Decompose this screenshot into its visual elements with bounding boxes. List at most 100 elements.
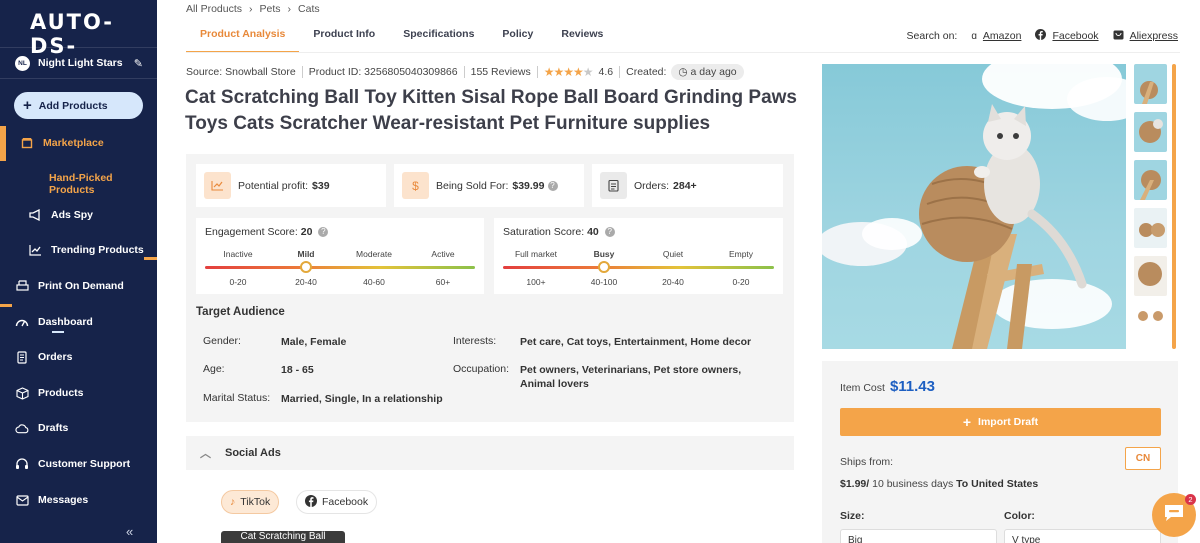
sidebar-item-products[interactable]: Products	[0, 386, 157, 400]
sidebar-item-print-on-demand[interactable]: Print On Demand	[0, 279, 157, 293]
sidebar-item-messages[interactable]: Messages	[0, 493, 157, 507]
created-value: a day ago	[690, 66, 737, 78]
sidebar-item-drafts[interactable]: Drafts	[0, 421, 157, 435]
sidebar-item-ads-spy[interactable]: Ads Spy	[0, 208, 157, 222]
range-label: 100+	[526, 277, 546, 287]
tiktok-filter-button[interactable]: ♪ TikTok	[221, 490, 280, 514]
product-id: Product ID: 3256805040309866	[308, 66, 458, 78]
sidebar-item-customer-support[interactable]: Customer Support	[0, 457, 157, 471]
sidebar-item-trending[interactable]: Trending Products	[0, 243, 157, 257]
breadcrumb-item[interactable]: Cats	[298, 3, 320, 15]
sidebar-item-dashboard[interactable]: Dashboard	[0, 315, 157, 329]
level-label: Full market	[514, 249, 558, 259]
divider	[619, 66, 621, 78]
occupation-label: Occupation:	[453, 363, 510, 375]
social-ads-header[interactable]: ︿ Social Ads	[186, 436, 794, 470]
edit-store-icon[interactable]: ✎	[134, 57, 143, 70]
shipping-destination[interactable]: To United States	[956, 478, 1038, 490]
amazon-icon: ɑ	[971, 30, 977, 42]
saturation-score-card: Saturation Score: 40 ? Full market Busy …	[494, 218, 783, 294]
sidebar-item-label: Trending Products	[51, 244, 144, 256]
dollar-icon: $	[402, 172, 429, 199]
age-value: 18 - 65	[281, 364, 314, 376]
color-select[interactable]: V type	[1004, 529, 1161, 543]
tab-policy[interactable]: Policy	[488, 20, 547, 53]
range-label: 0-20	[229, 277, 247, 287]
add-products-label: Add Products	[38, 99, 108, 112]
help-icon[interactable]: ?	[318, 227, 329, 237]
sidebar: AUTO-DS- NL Night Light Stars ✎ + Add Pr…	[0, 0, 157, 543]
purchase-panel: Item Cost $11.43 + Import Draft Ships fr…	[822, 361, 1178, 543]
reviews-count[interactable]: 155 Reviews	[471, 66, 531, 78]
search-aliexpress-link[interactable]: Aliexpress	[1130, 30, 1178, 42]
receipt-icon	[15, 350, 29, 364]
tab-product-analysis[interactable]: Product Analysis	[186, 20, 300, 53]
search-amazon-link[interactable]: Amazon	[983, 30, 1022, 42]
ships-from-label: Ships from:	[840, 456, 894, 468]
thumbnail-image[interactable]	[1134, 304, 1167, 344]
import-draft-button[interactable]: + Import Draft	[840, 408, 1161, 436]
orders-label: Orders:	[634, 179, 670, 192]
range-label: 40-60	[363, 277, 385, 287]
size-select[interactable]: Big	[840, 529, 997, 543]
thumbnail-image[interactable]	[1134, 64, 1167, 104]
thumbnail-image[interactable]	[1134, 208, 1167, 248]
gauge-icon	[15, 315, 29, 329]
range-label: 0-20	[732, 277, 750, 287]
search-facebook-link[interactable]: Facebook	[1052, 30, 1098, 42]
color-label: Color:	[1004, 510, 1035, 522]
rating-stars-icon: ★★★★★	[543, 65, 594, 79]
range-label: 60+	[435, 277, 451, 287]
sold-for-card: $ Being Sold For: $39.99 ?	[394, 164, 584, 207]
box-icon	[15, 386, 29, 400]
sidebar-accent	[144, 257, 157, 260]
product-main-image[interactable]	[822, 64, 1126, 349]
ships-from-country-button[interactable]: CN	[1125, 447, 1161, 470]
orders-card: Orders: 284+	[592, 164, 783, 207]
engagement-score-card: Engagement Score: 20 ? Inactive Mild Mod…	[196, 218, 484, 294]
envelope-icon	[15, 493, 29, 507]
chevron-up-icon[interactable]: ︿	[200, 445, 211, 461]
saturation-value: 40	[587, 226, 599, 238]
sidebar-item-label: Drafts	[38, 422, 69, 434]
potential-profit-card: Potential profit: $39	[196, 164, 386, 207]
sidebar-item-marketplace[interactable]: Marketplace	[0, 136, 157, 150]
search-on-label: Search on:	[906, 30, 958, 42]
breadcrumb-item[interactable]: Pets	[260, 3, 281, 15]
size-label: Size:	[840, 510, 865, 522]
breadcrumb-item[interactable]: All Products	[186, 3, 242, 15]
megaphone-icon	[28, 208, 42, 222]
profit-label: Potential profit:	[238, 179, 309, 192]
help-icon[interactable]: ?	[547, 180, 558, 191]
created-badge: ◷ a day ago	[671, 64, 744, 80]
level-label: Empty	[728, 249, 754, 259]
plus-icon: +	[962, 414, 972, 430]
thumbnail-image[interactable]	[1134, 160, 1167, 200]
engagement-value: 20	[300, 226, 313, 238]
cloud-icon	[15, 421, 29, 435]
store-switcher[interactable]: NL Night Light Stars ✎	[0, 47, 157, 79]
plus-icon: +	[23, 97, 32, 114]
thumbnails-scrollbar[interactable]	[1172, 64, 1176, 349]
interests-value: Pet care, Cat toys, Entertainment, Home …	[520, 336, 752, 348]
help-icon[interactable]: ?	[604, 227, 615, 237]
facebook-filter-button[interactable]: Facebook	[296, 490, 378, 514]
thumbnail-image[interactable]	[1134, 256, 1167, 296]
thumbnail-image[interactable]	[1134, 112, 1167, 152]
tab-specifications[interactable]: Specifications	[389, 20, 488, 53]
range-label: 20-40	[295, 277, 317, 287]
collapse-sidebar-icon[interactable]: «	[126, 524, 133, 539]
created-label: Created:	[626, 66, 667, 78]
ad-video-thumbnail[interactable]: Cat Scratching Ball	[221, 531, 345, 543]
tiktok-icon: ♪	[230, 496, 236, 508]
chevron-right-icon: ›	[287, 3, 292, 15]
sidebar-item-hand-picked[interactable]: Hand-Picked Products	[0, 172, 157, 196]
item-cost-label: Item Cost	[840, 382, 885, 394]
sold-value: $39.99	[512, 179, 545, 192]
sidebar-item-label: Marketplace	[43, 137, 104, 149]
facebook-icon	[305, 494, 317, 510]
tab-product-info[interactable]: Product Info	[299, 20, 389, 53]
sidebar-item-orders[interactable]: Orders	[0, 350, 157, 364]
add-products-button[interactable]: + Add Products	[14, 92, 143, 119]
tab-reviews[interactable]: Reviews	[547, 20, 617, 53]
